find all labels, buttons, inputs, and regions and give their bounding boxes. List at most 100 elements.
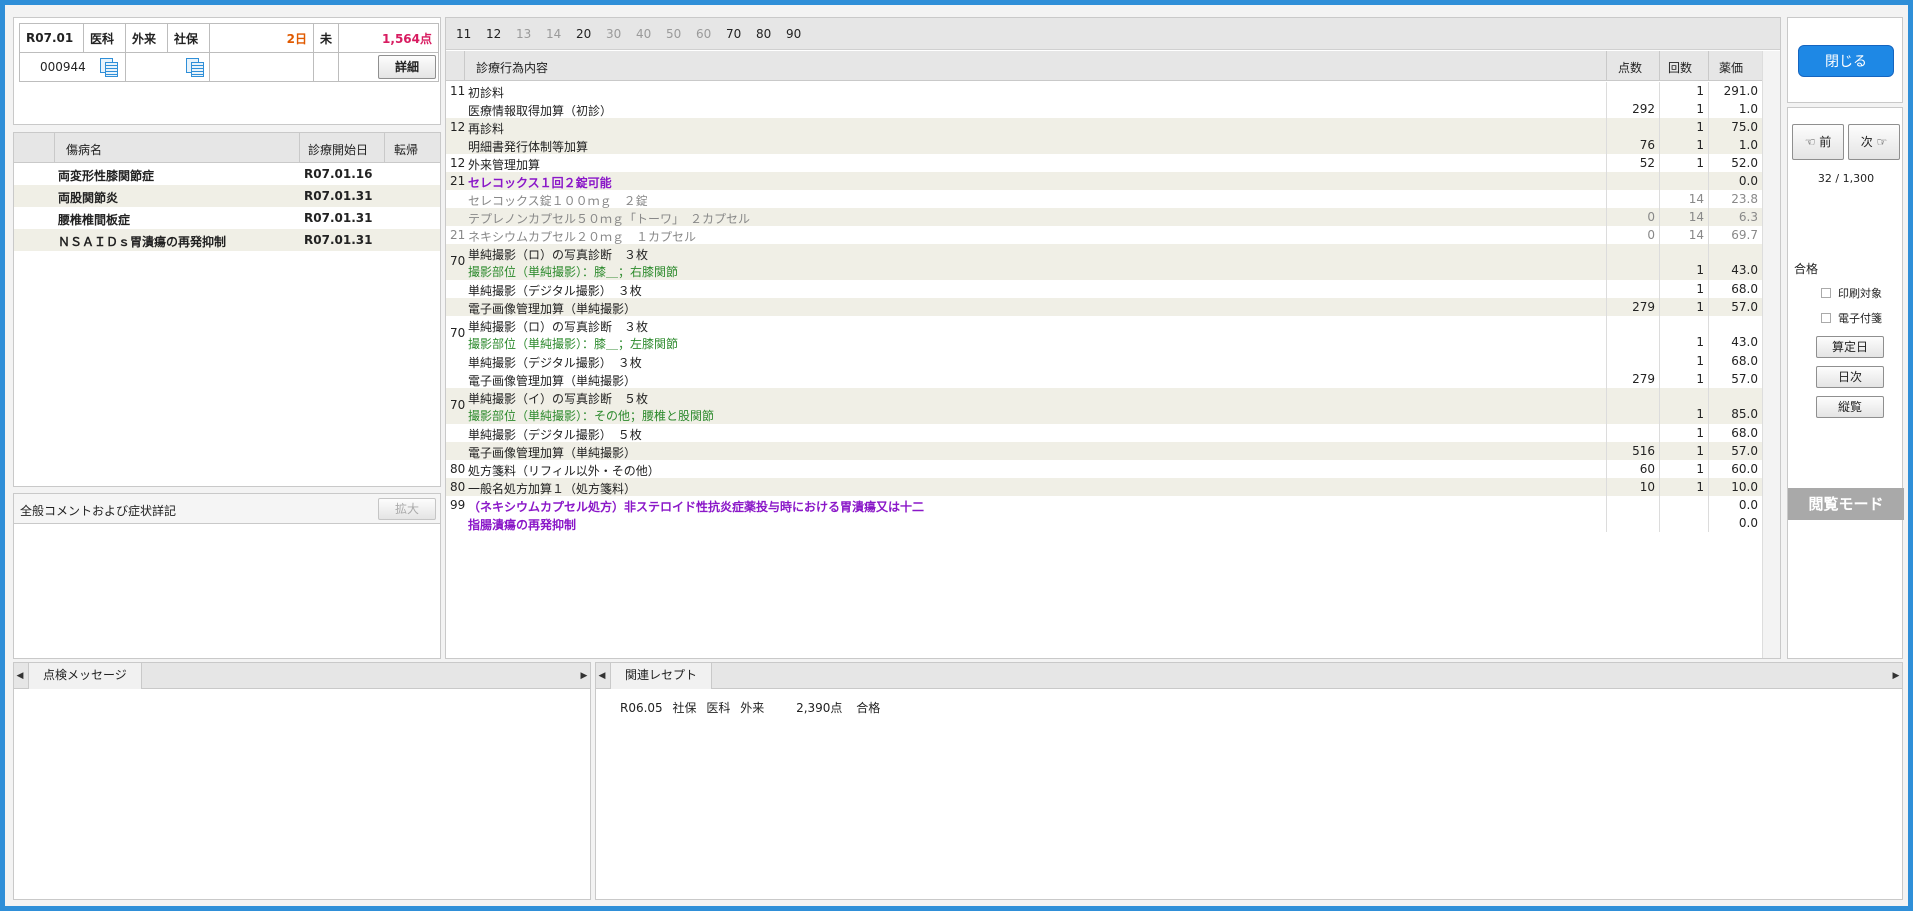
col-divider [1659, 208, 1660, 226]
tab-related-receipt[interactable]: 関連レセプト [610, 663, 713, 689]
col-outcome[interactable]: 転帰 [394, 141, 418, 158]
disease-row[interactable]: ＮＳＡＩＤｓ胃潰瘍の再発抑制 R07.01.31 [14, 229, 440, 251]
treatment-row[interactable]: 11 初診料 1 291.0 [446, 82, 1762, 100]
treatment-row[interactable]: 電子画像管理加算（単純撮影） 279 1 57.0 [446, 370, 1762, 388]
treatment-price: 75.0 [1731, 120, 1758, 134]
col-count[interactable]: 回数 [1668, 59, 1692, 76]
disease-row[interactable]: 両股関節炎 R07.01.31 [14, 185, 440, 207]
treatment-row[interactable]: 単純撮影（デジタル撮影） ５枚 1 68.0 [446, 424, 1762, 442]
col-price[interactable]: 薬価 [1719, 59, 1743, 76]
treatment-count: 1 [1696, 426, 1704, 440]
treatment-row[interactable]: 21 ネキシウムカプセル２０ｍｇ １カプセル 0 14 69.7 [446, 226, 1762, 244]
col-divider [1606, 514, 1607, 532]
tab-30[interactable]: 30 [606, 27, 621, 41]
e-sticky-checkbox[interactable] [1821, 313, 1831, 323]
daily-button[interactable]: 日次 [1816, 366, 1884, 388]
treatment-price: 52.0 [1731, 156, 1758, 170]
col-divider [1606, 244, 1607, 280]
close-button[interactable]: 閉じる [1798, 45, 1894, 77]
overview-button[interactable]: 縦覧 [1816, 396, 1884, 418]
tab-check-message[interactable]: 点検メッセージ [28, 663, 142, 689]
next-button[interactable]: 次 ☞ [1848, 124, 1900, 160]
treatment-price: 69.7 [1731, 228, 1758, 242]
expand-button[interactable]: 拡大 [378, 498, 436, 520]
col-item[interactable]: 診療行為内容 [476, 59, 548, 76]
treatment-name: 単純撮影（イ）の写真診断 ５枚 [468, 392, 649, 406]
col-sep [1659, 51, 1660, 81]
visit-cell: 外来 [125, 23, 168, 53]
treatment-name: 電子画像管理加算（単純撮影） [468, 302, 637, 316]
treatment-row[interactable]: 医療情報取得加算（初診） 292 1 1.0 [446, 100, 1762, 118]
col-divider [1659, 82, 1660, 100]
check-tab-bar: ◀ 点検メッセージ ▶ [14, 663, 590, 689]
treatment-sub: 撮影部位（単純撮影）：膝＿；左膝関節 [468, 337, 679, 351]
col-divider [1606, 226, 1607, 244]
treatment-points: 0 [1647, 210, 1655, 224]
treatment-row[interactable]: セレコックス錠１００ｍｇ ２錠 14 23.8 [446, 190, 1762, 208]
print-target-checkbox[interactable] [1821, 288, 1831, 298]
tab-12[interactable]: 12 [486, 27, 501, 41]
col-divider [1606, 190, 1607, 208]
col-disease-name[interactable]: 傷病名 [66, 141, 102, 158]
tab-70[interactable]: 70 [726, 27, 741, 41]
tab-50[interactable]: 50 [666, 27, 681, 41]
tab-14[interactable]: 14 [546, 27, 561, 41]
treatment-row[interactable]: 12 外来管理加算 52 1 52.0 [446, 154, 1762, 172]
treatment-row[interactable]: 70 単純撮影（ロ）の写真診断 ３枚 撮影部位（単純撮影）：膝＿；左膝関節 1 43.0 [446, 316, 1762, 352]
treatment-row[interactable]: 明細書発行体制等加算 76 1 1.0 [446, 136, 1762, 154]
treatment-row[interactable]: 単純撮影（デジタル撮影） ３枚 1 68.0 [446, 352, 1762, 370]
pointing-left-icon: ☜ [1804, 135, 1816, 149]
col-divider [1659, 370, 1660, 388]
treatment-row[interactable]: 電子画像管理加算（単純撮影） 279 1 57.0 [446, 298, 1762, 316]
treatment-name: 再診料 [468, 122, 505, 136]
treatment-row[interactable]: 80 処方箋料（リフィル以外・その他） 60 1 60.0 [446, 460, 1762, 478]
treatment-row[interactable]: 電子画像管理加算（単純撮影） 516 1 57.0 [446, 442, 1762, 460]
treatment-price: 57.0 [1731, 444, 1758, 458]
treatment-row[interactable]: テプレノンカプセル５０ｍｇ「トーワ」 ２カプセル 0 14 6.3 [446, 208, 1762, 226]
detail-button[interactable]: 詳細 [378, 55, 437, 79]
col-divider [1659, 352, 1660, 370]
scroll-right-icon[interactable]: ▶ [578, 669, 590, 683]
comment-textarea[interactable] [14, 524, 440, 658]
col-divider [1708, 514, 1709, 532]
tab-90[interactable]: 90 [786, 27, 801, 41]
tab-11[interactable]: 11 [456, 27, 471, 41]
scroll-left-icon[interactable]: ◀ [14, 669, 26, 683]
treatment-row[interactable]: 99 （ネキシウムカプセル処方）非ステロイド性抗炎症薬投与時における胃潰瘍又は十二… [446, 496, 1762, 514]
col-divider [1606, 478, 1607, 496]
treatment-row[interactable]: 70 単純撮影（イ）の写真診断 ５枚 撮影部位（単純撮影）：その他；腰椎と股関節 1 8… [446, 388, 1762, 424]
treatment-price: 85.0 [1731, 407, 1758, 421]
treatment-row[interactable]: 80 一般名処方加算１（処方箋料） 10 1 10.0 [446, 478, 1762, 496]
points-cell: 1,564点 [338, 23, 440, 53]
vertical-scrollbar[interactable] [1762, 51, 1780, 658]
document-icon-2[interactable] [186, 58, 204, 77]
disease-row[interactable]: 腰椎椎間板症 R07.01.31 [14, 207, 440, 229]
treatment-row[interactable]: 21 セレコックス１回２錠可能 0.0 [446, 172, 1762, 190]
tab-60[interactable]: 60 [696, 27, 711, 41]
treatment-panel: 11 12 13 14 20 30 40 50 60 70 80 90 診療行為… [445, 17, 1781, 659]
treatment-row[interactable]: 12 再診料 1 75.0 [446, 118, 1762, 136]
next-label: 次 [1860, 135, 1873, 149]
document-icon[interactable] [99, 58, 118, 77]
tab-40[interactable]: 40 [636, 27, 651, 41]
disease-row[interactable]: 両変形性膝関節症 R07.01.16 [14, 163, 440, 185]
col-sep [384, 133, 385, 163]
tab-20[interactable]: 20 [576, 27, 591, 41]
col-start-date[interactable]: 診療開始日 [308, 141, 368, 158]
treatment-count: 14 [1688, 210, 1704, 224]
tab-80[interactable]: 80 [756, 27, 771, 41]
treatment-row[interactable]: 単純撮影（デジタル撮影） ３枚 1 68.0 [446, 280, 1762, 298]
col-sep [299, 133, 300, 163]
col-divider [1606, 460, 1607, 478]
col-points[interactable]: 点数 [1618, 59, 1642, 76]
prev-button[interactable]: ☜ 前 [1792, 124, 1844, 160]
scroll-left-icon[interactable]: ◀ [596, 669, 608, 683]
treatment-row[interactable]: 70 単純撮影（ロ）の写真診断 ３枚 撮影部位（単純撮影）：膝＿；右膝関節 1 43.0 [446, 244, 1762, 280]
col-divider [1606, 496, 1607, 514]
calc-day-button[interactable]: 算定日 [1816, 336, 1884, 358]
treatment-row[interactable]: 指腸潰瘍の再発抑制 0.0 [446, 514, 1762, 532]
tab-13[interactable]: 13 [516, 27, 531, 41]
related-receipt-row[interactable]: R06.05 社保 医科 外来 2,390点 合格 [620, 699, 880, 716]
scroll-right-icon[interactable]: ▶ [1890, 669, 1902, 683]
treatment-name: 一般名処方加算１（処方箋料） [468, 482, 637, 496]
